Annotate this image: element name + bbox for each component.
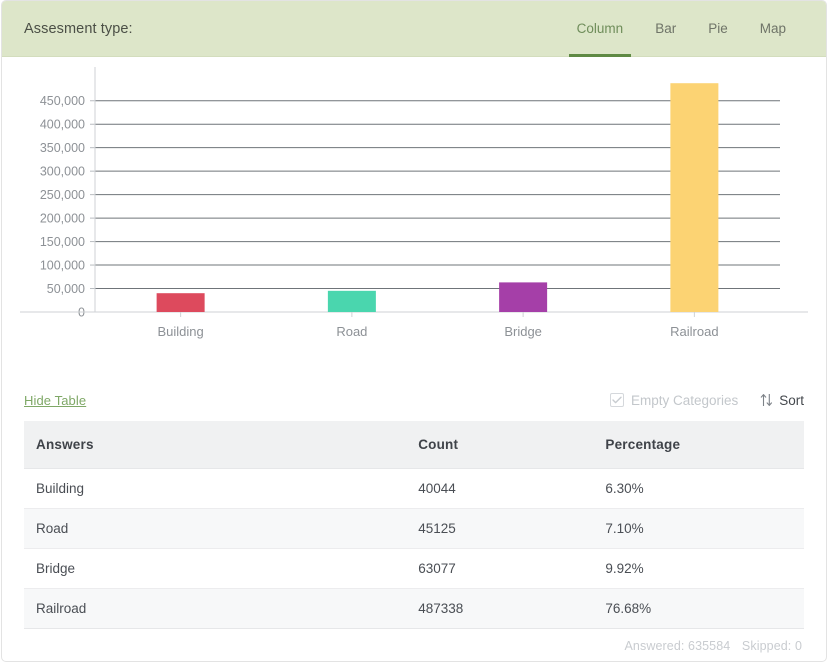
answered-count: Answered: 635584 [624,639,731,653]
y-axis-tick-label: 100,000 [40,259,85,273]
checkbox-icon[interactable] [609,393,624,407]
cell-percentage: 6.30% [593,468,804,509]
tab-map[interactable]: Map [744,1,802,57]
y-axis-tick-label: 350,000 [40,141,85,155]
table-controls-right: Empty Categories Sort [609,392,804,408]
bar-building[interactable] [156,293,205,312]
tab-column[interactable]: Column [561,1,640,57]
column-header-answers[interactable]: Answers [24,421,407,469]
tab-pie[interactable]: Pie [692,1,744,57]
table-controls: Hide Table Empty Categories Sort [2,379,826,421]
cell-answer: Railroad [24,588,407,629]
table-row: Railroad 487338 76.68% [24,588,804,629]
bar-railroad[interactable] [670,83,719,312]
y-axis-tick-label: 400,000 [40,118,85,132]
chart-type-tabs: Column Bar Pie Map [561,1,802,57]
sort-button[interactable]: Sort [760,393,804,408]
x-axis-tick-label: Railroad [670,324,718,339]
bar-road[interactable] [327,290,376,312]
y-axis-tick-label: 250,000 [40,188,85,202]
y-axis-tick-label: 50,000 [47,282,85,296]
cell-percentage: 7.10% [593,508,804,549]
skipped-count: Skipped: 0 [741,639,802,653]
hide-table-link[interactable]: Hide Table [24,393,86,408]
tab-bar[interactable]: Bar [639,1,692,57]
table-row: Building 40044 6.30% [24,468,804,509]
column-header-count[interactable]: Count [406,421,594,469]
table-row: Bridge 63077 9.92% [24,548,804,589]
cell-count: 487338 [406,588,594,629]
column-chart-svg: 050,000100,000150,000200,000250,000300,0… [20,67,808,339]
cell-count: 63077 [406,548,594,589]
answers-table: Answers Count Percentage Building 40044 6.… [24,421,804,629]
cell-count: 45125 [406,508,594,549]
answers-table-container: Answers Count Percentage Building 40044 6.… [2,421,826,629]
cell-percentage: 9.92% [593,548,804,589]
x-axis-tick-label: Bridge [504,324,542,339]
bar-bridge[interactable] [499,282,548,312]
cell-answer: Bridge [24,548,407,589]
cell-count: 40044 [406,468,594,509]
column-chart: 050,000100,000150,000200,000250,000300,0… [2,57,826,379]
column-header-percentage[interactable]: Percentage [593,421,804,469]
table-head: Answers Count Percentage [24,421,804,469]
response-summary: Answered: 635584 Skipped: 0 [2,629,826,653]
cell-percentage: 76.68% [593,588,804,629]
page-title: Assesment type: [24,20,133,37]
x-axis-tick-label: Building [157,324,203,339]
table-row: Road 45125 7.10% [24,508,804,549]
table-header-row: Answers Count Percentage [24,421,804,469]
tab-pie-label: Pie [708,21,728,36]
y-axis-tick-label: 300,000 [40,165,85,179]
empty-categories-toggle[interactable]: Empty Categories [609,392,739,408]
y-axis-tick-label: 450,000 [40,94,85,108]
y-axis-tick-label: 200,000 [40,212,85,226]
sort-arrows-icon [760,393,773,407]
tab-map-label: Map [759,21,786,36]
cell-answer: Building [24,468,407,509]
tab-column-label: Column [576,21,624,36]
sort-label: Sort [779,392,804,408]
x-axis-tick-label: Road [336,324,367,339]
cell-answer: Road [24,508,407,549]
table-body: Building 40044 6.30% Road 45125 7.10% Bridge 63… [24,468,804,629]
card-header: Assesment type: Column Bar Pie Map [2,1,826,57]
survey-question-card: Assesment type: Column Bar Pie Map 050,0… [1,0,827,662]
tab-bar-label: Bar [655,21,677,36]
y-axis-tick-label: 150,000 [40,235,85,249]
empty-categories-label: Empty Categories [630,392,739,408]
